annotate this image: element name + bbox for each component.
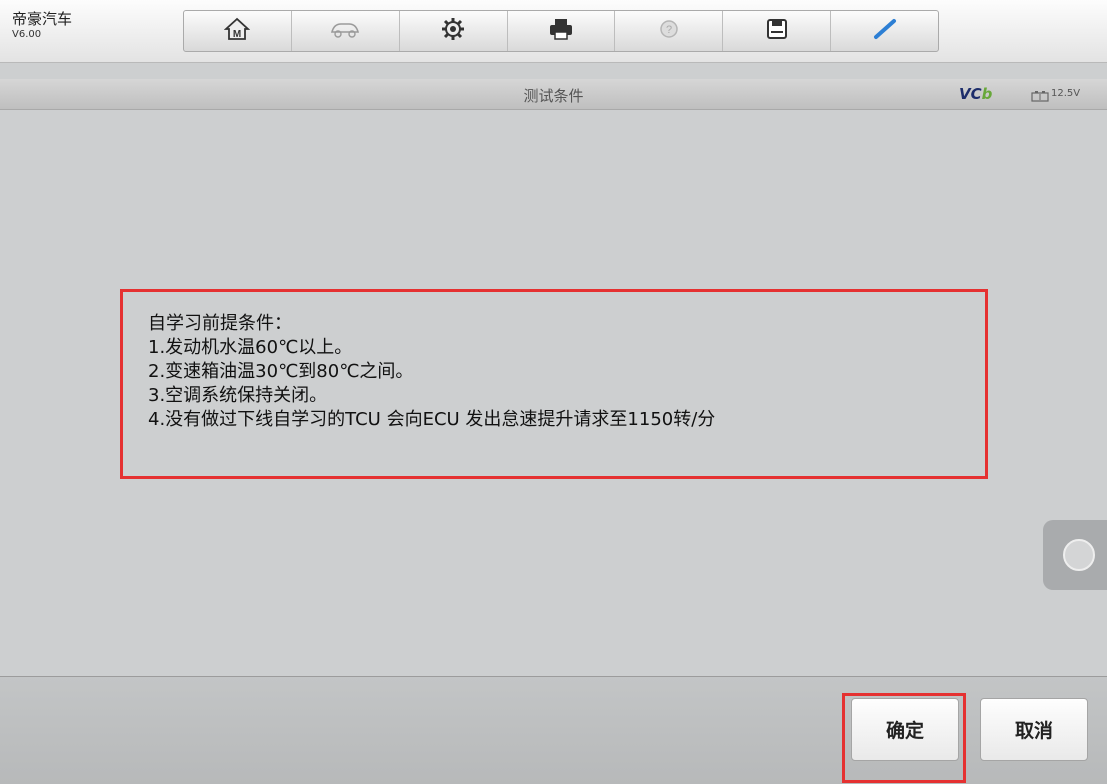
vehicle-button[interactable] (292, 11, 400, 51)
condition-heading: 自学习前提条件： (148, 313, 292, 334)
top-bar: 帝豪汽车 V6.00 M ? (0, 0, 1107, 63)
main-content: 自学习前提条件： 1.发动机水温60℃以上。 2.变速箱油温30℃到80℃之间。… (0, 110, 1107, 676)
vci-label: VC (959, 85, 982, 103)
help-button[interactable]: ? (615, 11, 724, 51)
app-name: 帝豪汽车 (12, 10, 73, 28)
battery-icon (1031, 87, 1049, 106)
bottom-bar: 确定 取消 (0, 676, 1107, 784)
title-bar: 测试条件 VCb 12.5V (0, 79, 1107, 110)
home-icon: M (224, 17, 251, 45)
confirm-button[interactable]: 确定 (851, 698, 959, 761)
test-conditions-text: 自学习前提条件： 1.发动机水温60℃以上。 2.变速箱油温30℃到80℃之间。… (148, 312, 715, 432)
car-icon (329, 18, 361, 44)
home-button[interactable]: M (184, 11, 292, 51)
app-version: V6.00 (12, 29, 42, 40)
brand: 帝豪汽车 V6.00 (12, 10, 72, 42)
condition-line: 1.发动机水温60℃以上。 (148, 337, 353, 358)
save-button[interactable] (723, 11, 832, 51)
vci-status-icon: VCb (959, 85, 992, 103)
gear-icon (440, 16, 466, 46)
pen-icon (871, 17, 899, 45)
floating-assistive-button[interactable] (1043, 520, 1107, 590)
toolbar: M ? (183, 10, 939, 52)
test-conditions-box: 自学习前提条件： 1.发动机水温60℃以上。 2.变速箱油温30℃到80℃之间。… (120, 289, 988, 479)
cancel-button[interactable]: 取消 (980, 698, 1088, 761)
circle-icon (1063, 539, 1095, 571)
voltage-readout: 12.5V (1051, 88, 1081, 99)
condition-line: 2.变速箱油温30℃到80℃之间。 (148, 361, 414, 382)
print-button[interactable] (508, 11, 616, 51)
condition-line: 4.没有做过下线自学习的TCU 会向ECU 发出怠速提升请求至1150转/分 (148, 409, 716, 430)
save-icon (765, 17, 789, 45)
vci-label-b: b (981, 85, 993, 103)
settings-button[interactable] (400, 11, 508, 51)
svg-text:?: ? (666, 24, 672, 36)
page-title: 测试条件 (523, 87, 584, 105)
printer-icon (547, 17, 575, 45)
svg-text:M: M (233, 29, 241, 40)
help-icon: ? (658, 18, 680, 44)
condition-line: 3.空调系统保持关闭。 (148, 385, 328, 406)
edit-button[interactable] (831, 11, 938, 51)
